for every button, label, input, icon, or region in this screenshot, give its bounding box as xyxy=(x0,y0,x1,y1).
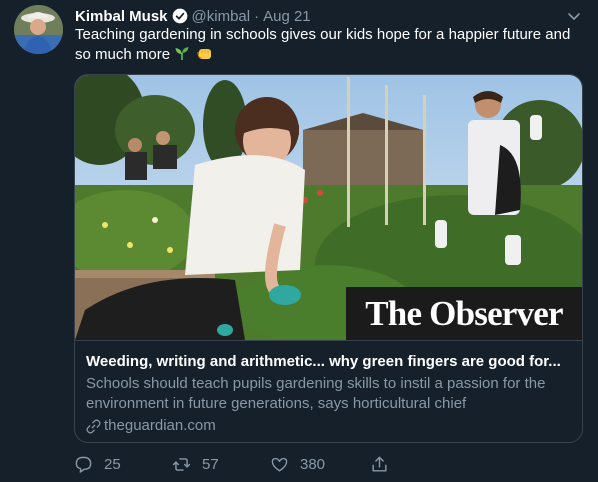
fist-bump-icon xyxy=(197,49,212,59)
card-text: Weeding, writing and arithmetic... why g… xyxy=(75,340,582,442)
share-icon xyxy=(372,456,387,472)
tweet-text: Teaching gardening in schools gives our … xyxy=(75,25,590,65)
tweet-text-body: Teaching gardening in schools gives our … xyxy=(75,26,571,63)
card-image: The Observer xyxy=(75,75,582,340)
share-button[interactable] xyxy=(370,452,400,476)
heart-icon xyxy=(271,457,288,472)
seedling-icon xyxy=(175,47,189,60)
chevron-down-icon[interactable] xyxy=(566,8,582,24)
verified-badge-icon xyxy=(172,8,187,24)
retweet-icon xyxy=(172,457,191,471)
header-separator: · xyxy=(254,7,260,25)
link-card[interactable]: The Observer Weeding, writing and arithm… xyxy=(74,74,583,443)
like-button[interactable]: 380 xyxy=(270,452,325,476)
author-name[interactable]: Kimbal Musk xyxy=(75,8,168,25)
link-icon xyxy=(86,418,101,434)
like-count: 380 xyxy=(300,455,326,473)
tweet-date[interactable]: Aug 21 xyxy=(263,8,311,25)
avatar[interactable] xyxy=(14,5,63,54)
card-domain-text: theguardian.com xyxy=(104,417,216,434)
retweet-count: 57 xyxy=(202,455,219,473)
author-handle[interactable]: @kimbal xyxy=(192,8,251,25)
card-title: Weeding, writing and arithmetic... why g… xyxy=(86,353,561,370)
reply-button[interactable]: 25 xyxy=(74,452,121,476)
publication-logo: The Observer xyxy=(346,287,582,340)
card-domain: theguardian.com xyxy=(86,416,571,436)
tweet[interactable]: Kimbal Musk @kimbal · Aug 21 Teaching ga… xyxy=(0,0,598,482)
avatar-image xyxy=(14,5,63,54)
card-description: Schools should teach pupils gardening sk… xyxy=(86,375,546,412)
reply-count: 25 xyxy=(104,455,121,473)
reply-icon xyxy=(75,456,92,473)
action-bar: 25 57 380 xyxy=(74,452,414,476)
retweet-button[interactable]: 57 xyxy=(172,452,219,476)
tweet-header: Kimbal Musk @kimbal · Aug 21 xyxy=(75,6,311,26)
